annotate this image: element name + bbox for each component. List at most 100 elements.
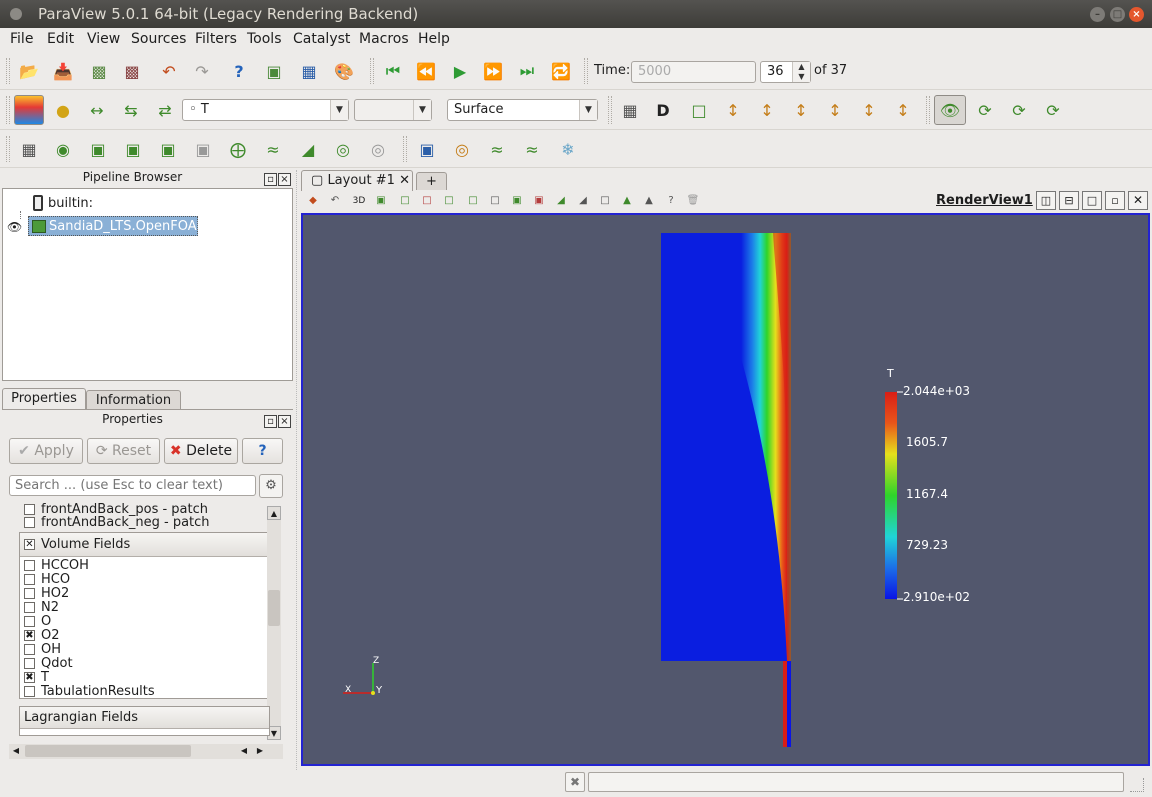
reset-session-icon[interactable]: ▦ [296,58,322,84]
maximize-button[interactable]: □ [1110,7,1125,22]
first-frame-icon[interactable]: ⏮ [380,58,406,84]
volume-field-item[interactable]: O [24,615,51,629]
volume-field-checkbox[interactable] [24,602,35,613]
menu-tools[interactable]: Tools [247,31,282,47]
volume-field-item[interactable]: ✖ T [24,671,49,685]
python-shell-icon[interactable]: ❄ [555,136,581,162]
volume-field-checkbox[interactable] [24,588,35,599]
volume-field-item[interactable]: N2 [24,601,59,615]
view-plus-x-icon[interactable]: ↕ [720,97,746,123]
toggle-color-legend-icon[interactable] [14,95,44,125]
volume-field-item[interactable]: ✖ O2 [24,629,60,643]
plot-selection-icon[interactable]: ≈ [484,136,510,162]
polygon-select-points-icon[interactable]: ◢ [576,194,590,208]
volume-field-item[interactable]: HCCOH [24,559,89,573]
patch-item[interactable]: frontAndBack_neg - patch [24,515,210,530]
splitter[interactable] [296,170,298,770]
pipeline-item-selected[interactable]: SandiaD_LTS.OpenFOAM [28,216,208,236]
menu-edit[interactable]: Edit [47,31,74,47]
volume-field-checkbox[interactable]: ✖ [24,672,35,683]
volume-field-checkbox[interactable] [24,644,35,655]
reset-button[interactable]: ⟳ Reset [87,438,160,464]
select-cells-frustum-icon[interactable]: □ [442,194,456,208]
rotate-90-icon[interactable]: ⟳ [972,97,998,123]
warp-vector-icon[interactable]: ◢ [295,136,321,162]
last-frame-icon[interactable]: ⏭ [514,58,540,84]
slice-icon[interactable]: ▣ [120,136,146,162]
menu-help[interactable]: Help [418,31,450,47]
select-points-frustum-icon[interactable]: □ [466,194,480,208]
minimize-button[interactable]: – [1090,7,1105,22]
add-layout-tab[interactable]: + [416,172,447,190]
threshold-icon[interactable]: ▣ [155,136,181,162]
view-minus-y-icon[interactable]: ↕ [822,97,848,123]
rescale-range-icon[interactable]: ↔ [84,97,110,123]
close-button[interactable]: × [1129,7,1144,22]
volume-field-checkbox[interactable] [24,616,35,627]
rescale-custom-icon[interactable]: ⇆ [118,97,144,123]
view-minus-z-icon[interactable]: ↕ [890,97,916,123]
volume-field-checkbox[interactable] [24,560,35,571]
select-points-icon[interactable]: ▣ [414,136,440,162]
hover-cells-icon[interactable]: ? [664,194,678,208]
group-datasets-icon[interactable]: ◎ [330,136,356,162]
stream-tracer-icon[interactable]: ≈ [260,136,286,162]
volume-field-checkbox[interactable]: ✖ [24,630,35,641]
interactive-select-cells-icon[interactable]: ▣ [510,194,524,208]
loop-icon[interactable]: 🔁 [548,58,574,84]
connect-icon[interactable]: ▩ [86,58,112,84]
tab-information[interactable]: Information [86,390,181,410]
zoom-to-data-icon[interactable]: D [650,97,676,123]
3d-toggle[interactable]: 3D [350,194,368,208]
app-menu-icon[interactable] [10,8,22,20]
view-minus-x-icon[interactable]: ↕ [754,97,780,123]
interactive-select-points-icon[interactable]: ▣ [532,194,546,208]
polygon-select-icon[interactable]: ◢ [554,194,568,208]
view-plus-y-icon[interactable]: ↕ [788,97,814,123]
scroll-up-icon[interactable]: ▲ [267,506,281,520]
volume-field-checkbox[interactable] [24,658,35,669]
select-block-icon[interactable]: □ [488,194,502,208]
spin-arrows-icon[interactable]: ▲ ▼ [792,62,810,82]
patch-checkbox[interactable] [24,517,35,528]
scroll-left-icon[interactable]: ◀ [237,744,251,758]
render-canvas[interactable] [303,215,1148,764]
volume-field-item[interactable]: HO2 [24,587,69,601]
undock-icon[interactable]: ▫ [264,415,277,428]
edit-color-map-icon[interactable]: ● [50,97,76,123]
clip-icon[interactable]: ▣ [85,136,111,162]
close-dock-icon[interactable]: × [278,173,291,186]
undo-icon[interactable]: ↶ [156,58,182,84]
volume-field-item[interactable]: TabulationResults [24,685,155,699]
extract-subset-icon[interactable]: ▣ [190,136,216,162]
grow-selection-icon[interactable]: □ [598,194,612,208]
reset-view-icon[interactable]: ◆ [306,194,320,208]
previous-frame-icon[interactable]: ⏪ [413,58,439,84]
close-view-icon[interactable]: ✕ [1128,191,1148,210]
rescale-visible-icon[interactable]: ⇄ [152,97,178,123]
pipeline-root[interactable]: builtin: [48,196,93,211]
menu-file[interactable]: File [10,31,33,47]
open-icon[interactable]: 📂 [16,58,42,84]
delete-button[interactable]: ✖ Delete [164,438,238,464]
play-icon[interactable]: ▶ [447,58,473,84]
menu-macros[interactable]: Macros [359,31,409,47]
maximize-view-icon[interactable]: □ [1082,191,1102,210]
shrink-selection-icon[interactable]: ▲ [620,194,634,208]
menu-catalyst[interactable]: Catalyst [293,31,350,47]
find-data-icon[interactable]: ▣ [261,58,287,84]
screenshot-icon[interactable]: ▣ [374,194,388,208]
volume-field-item[interactable]: Qdot [24,657,73,671]
scroll-thumb[interactable] [268,590,280,626]
undock-view-icon[interactable]: ▫ [1105,191,1125,210]
menu-sources[interactable]: Sources [131,31,186,47]
menu-filters[interactable]: Filters [195,31,237,47]
color-map-icon[interactable]: 🎨 [331,58,357,84]
split-horizontal-icon[interactable]: ◫ [1036,191,1056,210]
component-select[interactable]: ▼ [354,99,432,121]
select-points-surface-icon[interactable]: □ [420,194,434,208]
plot-over-line-icon[interactable]: ◎ [449,136,475,162]
split-vertical-icon[interactable]: ⊟ [1059,191,1079,210]
volume-field-item[interactable]: OH [24,643,61,657]
scroll-thumb-horizontal[interactable] [25,745,191,757]
